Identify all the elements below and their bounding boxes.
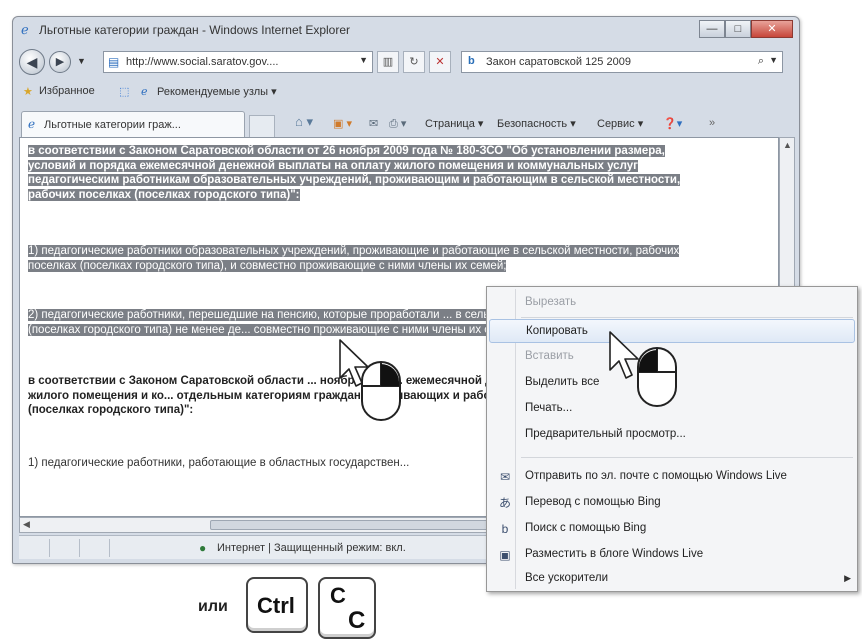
bing-icon: b <box>468 55 475 67</box>
forward-arrow-icon: ▶ <box>55 56 65 68</box>
suggested-sites-icon: ℯ <box>141 86 148 98</box>
menu-item-blog-windows-live[interactable]: ▣ Разместить в блоге Windows Live <box>489 543 855 567</box>
address-row: ◀ ▶ ▼ ▤ http://www.social.saratov.gov...… <box>19 47 793 77</box>
scroll-up-icon[interactable]: ▲ <box>783 140 792 150</box>
search-query: Закон саратовской 125 2009 <box>486 56 631 68</box>
security-menu[interactable]: Безопасность ▾ <box>497 117 576 130</box>
menu-item-label: Отправить по эл. почте с помощью Windows… <box>525 470 787 482</box>
c-key: C C <box>318 577 376 639</box>
close-button[interactable]: ✕ <box>751 20 793 38</box>
home-icon[interactable]: ⌂ ▾ <box>295 114 313 130</box>
tools-menu[interactable]: Сервис ▾ <box>597 117 643 130</box>
tab-label: Льготные категории граж... <box>44 119 181 131</box>
status-separator <box>49 539 50 557</box>
maximize-icon: □ <box>734 23 742 35</box>
page-icon: ▤ <box>108 55 120 69</box>
security-zone-text: Интернет | Защищенный режим: вкл. <box>217 542 406 554</box>
menu-item-label: Выделить все <box>525 376 600 388</box>
favorites-star-icon: ★ <box>23 86 33 98</box>
new-tab-button[interactable] <box>249 115 275 137</box>
context-menu: Вырезать Копировать Вставить Выделить вс… <box>486 286 858 592</box>
back-arrow-icon: ◀ <box>26 54 38 70</box>
submenu-arrow-icon: ▶ <box>844 573 851 583</box>
address-field[interactable]: ▤ http://www.social.saratov.gov.... ▼ <box>103 51 373 73</box>
menu-item-email-windows-live[interactable]: ✉ Отправить по эл. почте с помощью Window… <box>489 465 855 489</box>
print-icon[interactable]: ⎙ ▾ <box>389 117 406 131</box>
paragraph-law-2009-selected: в соответствии с Законом Саратовской обл… <box>28 144 688 202</box>
mail-icon[interactable]: ✉ <box>369 117 378 130</box>
menu-separator <box>521 317 853 318</box>
menu-item-print-preview[interactable]: Предварительный просмотр... <box>489 423 855 447</box>
chevron-icon[interactable]: » <box>709 117 715 129</box>
ctrl-key-label: Ctrl <box>257 593 295 618</box>
mouse-left-click-icon <box>637 347 677 407</box>
menu-item-label: Вырезать <box>525 296 577 308</box>
add-favorite-icon[interactable]: ⬚ <box>119 85 129 98</box>
translate-icon: あ <box>498 496 511 510</box>
mail-icon: ✉ <box>499 470 511 484</box>
minimize-icon: — <box>706 23 718 35</box>
ctrl-key: Ctrl <box>246 577 308 633</box>
forward-button[interactable]: ▶ <box>49 51 71 73</box>
menu-item-copy[interactable]: Копировать <box>489 319 855 343</box>
or-label: или <box>198 598 228 615</box>
help-icon[interactable]: ❓▾ <box>663 117 682 130</box>
tab-row: ℯ Льготные категории граж... ⌂ ▾ ▣ ▾ ✉ ⎙… <box>19 107 793 137</box>
compatibility-button[interactable]: ▥ <box>377 51 399 73</box>
menu-item-all-accelerators[interactable]: Все ускорители ▶ <box>489 567 855 591</box>
menu-item-label: Печать... <box>525 402 573 414</box>
menu-item-label: Вставить <box>525 350 574 362</box>
status-separator <box>109 539 110 557</box>
menu-item-label: Копировать <box>526 325 588 337</box>
c-key-lower-label: C <box>348 607 366 634</box>
scroll-left-icon[interactable]: ◀ <box>23 519 30 530</box>
address-dropdown-icon[interactable]: ▼ <box>359 55 368 65</box>
suggested-sites-button[interactable]: Рекомендуемые узлы ▾ <box>157 85 277 98</box>
search-dropdown-icon[interactable]: ▼ <box>769 55 778 65</box>
title-bar: ℯ Льготные категории граждан - Windows I… <box>13 17 799 43</box>
c-key-upper-label: C <box>330 583 346 608</box>
compatibility-icon: ▥ <box>382 56 394 68</box>
window-title: Льготные категории граждан - Windows Int… <box>39 23 351 37</box>
minimize-button[interactable]: — <box>699 20 725 38</box>
menu-item-search-bing[interactable]: b Поиск с помощью Bing <box>489 517 855 541</box>
refresh-button[interactable]: ↻ <box>403 51 425 73</box>
blog-icon: ▣ <box>499 548 511 562</box>
ie-logo-icon: ℯ <box>21 22 29 37</box>
menu-item-label: Разместить в блоге Windows Live <box>525 548 704 560</box>
horizontal-scroll-thumb[interactable] <box>210 520 490 530</box>
bing-icon: b <box>501 522 509 536</box>
internet-zone-icon: ● <box>199 541 207 555</box>
tab-page-icon: ℯ <box>28 117 36 131</box>
paragraph-item1-selected: 1) педагогические работники образователь… <box>28 244 688 273</box>
menu-item-label: Предварительный просмотр... <box>525 428 686 440</box>
history-dropdown-icon[interactable]: ▼ <box>77 56 86 66</box>
favorites-bar: ★ Избранное ⬚ ℯ Рекомендуемые узлы ▾ <box>19 81 793 103</box>
refresh-icon: ↻ <box>409 56 419 68</box>
menu-item-translate-bing[interactable]: あ Перевод с помощью Bing <box>489 491 855 515</box>
menu-separator <box>521 457 853 458</box>
tab-current[interactable]: ℯ Льготные категории граж... <box>21 111 245 137</box>
mouse-right-click-icon <box>361 361 401 421</box>
maximize-button[interactable]: □ <box>725 20 751 38</box>
feeds-icon[interactable]: ▣ ▾ <box>333 117 352 130</box>
stop-icon: ✕ <box>435 56 445 68</box>
search-icon[interactable]: ⌕ <box>758 55 764 68</box>
status-separator <box>79 539 80 557</box>
menu-item-label: Перевод с помощью Bing <box>525 496 661 508</box>
menu-item-label: Все ускорители <box>525 572 609 584</box>
search-field[interactable]: b Закон саратовской 125 2009 ⌕ ▼ <box>461 51 783 73</box>
selected-text[interactable]: 1) педагогические работники образователь… <box>28 245 680 272</box>
selected-text[interactable]: в соответствии с Законом Саратовской обл… <box>28 145 681 201</box>
back-button[interactable]: ◀ <box>19 49 45 75</box>
close-icon: ✕ <box>767 23 777 35</box>
caption-buttons: — □ ✕ <box>699 20 793 38</box>
stop-button[interactable]: ✕ <box>429 51 451 73</box>
favorites-button[interactable]: Избранное <box>39 85 95 97</box>
address-url: http://www.social.saratov.gov.... <box>126 56 279 68</box>
menu-item-label: Поиск с помощью Bing <box>525 522 647 534</box>
menu-item-cut[interactable]: Вырезать <box>489 291 855 315</box>
page-menu[interactable]: Страница ▾ <box>425 117 483 130</box>
